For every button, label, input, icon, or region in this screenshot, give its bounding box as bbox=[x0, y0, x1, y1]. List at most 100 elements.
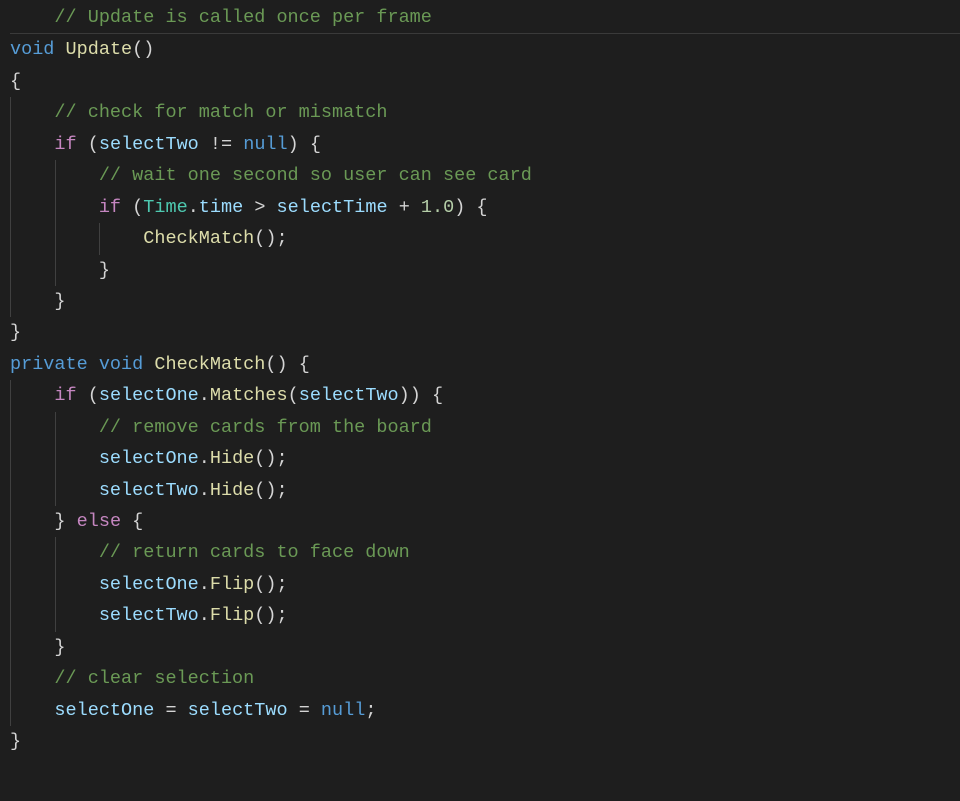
code-token: } bbox=[10, 322, 21, 343]
code-line[interactable]: if (Time.time > selectTime + 1.0) { bbox=[10, 192, 960, 223]
code-line[interactable]: selectOne = selectTwo = null; bbox=[10, 695, 960, 726]
code-line[interactable]: if (selectTwo != null) { bbox=[10, 129, 960, 160]
code-token: > bbox=[254, 197, 265, 218]
indent-guide bbox=[10, 412, 11, 443]
code-line[interactable]: selectTwo.Flip(); bbox=[10, 600, 960, 631]
code-line[interactable]: // wait one second so user can see card bbox=[10, 160, 960, 191]
indent-guide bbox=[10, 97, 11, 128]
code-token: selectTwo bbox=[99, 134, 199, 155]
code-line[interactable]: void Update() bbox=[10, 34, 960, 65]
code-token: = bbox=[165, 700, 176, 721]
code-token: ( bbox=[88, 134, 99, 155]
indent-guide bbox=[10, 192, 11, 223]
indent-guide bbox=[55, 160, 56, 191]
code-token: . bbox=[199, 448, 210, 469]
code-token: . bbox=[188, 197, 199, 218]
code-line[interactable]: } bbox=[10, 726, 960, 757]
code-token bbox=[199, 134, 210, 155]
indent-guide bbox=[55, 192, 56, 223]
code-token: void bbox=[99, 354, 143, 375]
indent-guide bbox=[10, 223, 11, 254]
indent-guide bbox=[10, 380, 11, 411]
indent-guide bbox=[10, 475, 11, 506]
code-token: CheckMatch bbox=[143, 228, 254, 249]
code-line[interactable]: selectOne.Hide(); bbox=[10, 443, 960, 474]
code-line[interactable]: // return cards to face down bbox=[10, 537, 960, 568]
code-token: selectTwo bbox=[99, 480, 199, 501]
indent-guide bbox=[10, 600, 11, 631]
code-token: null bbox=[321, 700, 365, 721]
code-token bbox=[232, 134, 243, 155]
code-token: . bbox=[199, 574, 210, 595]
code-token bbox=[243, 197, 254, 218]
code-token: + bbox=[399, 197, 410, 218]
code-line[interactable]: } bbox=[10, 255, 960, 286]
code-token: selectTwo bbox=[188, 700, 288, 721]
code-token: = bbox=[299, 700, 310, 721]
code-line[interactable]: private void CheckMatch() { bbox=[10, 349, 960, 380]
code-token bbox=[310, 700, 321, 721]
code-line[interactable]: selectTwo.Hide(); bbox=[10, 475, 960, 506]
indent-guide bbox=[55, 412, 56, 443]
code-token: if bbox=[54, 385, 76, 406]
code-line[interactable]: selectOne.Flip(); bbox=[10, 569, 960, 600]
code-line[interactable]: CheckMatch(); bbox=[10, 223, 960, 254]
code-token: void bbox=[10, 39, 54, 60]
code-token: // remove cards from the board bbox=[99, 417, 432, 438]
code-line[interactable]: // check for match or mismatch bbox=[10, 97, 960, 128]
code-token bbox=[388, 197, 399, 218]
code-token: ( bbox=[132, 197, 143, 218]
code-token: Flip bbox=[210, 574, 254, 595]
code-token: Time bbox=[143, 197, 187, 218]
indent-guide bbox=[10, 569, 11, 600]
code-token: private bbox=[10, 354, 88, 375]
code-token: else bbox=[77, 511, 121, 532]
code-token: Hide bbox=[210, 480, 254, 501]
code-token: } bbox=[99, 260, 110, 281]
code-token bbox=[77, 134, 88, 155]
code-line[interactable]: // clear selection bbox=[10, 663, 960, 694]
code-token: ) { bbox=[454, 197, 487, 218]
code-token: (); bbox=[254, 448, 287, 469]
code-line[interactable]: } bbox=[10, 632, 960, 663]
code-token: // Update is called once per frame bbox=[54, 7, 431, 28]
code-token: . bbox=[199, 480, 210, 501]
code-token: (); bbox=[254, 574, 287, 595]
indent-guide bbox=[10, 506, 11, 537]
code-editor[interactable]: // Update is called once per framevoid U… bbox=[0, 0, 960, 758]
code-token: { bbox=[121, 511, 143, 532]
code-token: ( bbox=[288, 385, 299, 406]
code-token: if bbox=[99, 197, 121, 218]
code-token: ) { bbox=[288, 134, 321, 155]
code-line[interactable]: } bbox=[10, 317, 960, 348]
code-line[interactable]: // Update is called once per frame bbox=[10, 2, 960, 34]
code-token: // check for match or mismatch bbox=[54, 102, 387, 123]
code-token: (); bbox=[254, 605, 287, 626]
code-line[interactable]: } else { bbox=[10, 506, 960, 537]
code-token bbox=[121, 197, 132, 218]
indent-guide bbox=[55, 569, 56, 600]
code-token: } bbox=[54, 291, 65, 312]
code-token: selectTwo bbox=[299, 385, 399, 406]
code-token: // wait one second so user can see card bbox=[99, 165, 532, 186]
code-token bbox=[177, 700, 188, 721]
code-token: selectOne bbox=[99, 385, 199, 406]
code-token: // return cards to face down bbox=[99, 542, 410, 563]
code-line[interactable]: } bbox=[10, 286, 960, 317]
indent-guide bbox=[10, 255, 11, 286]
indent-guide bbox=[55, 223, 56, 254]
code-line[interactable]: if (selectOne.Matches(selectTwo)) { bbox=[10, 380, 960, 411]
code-line[interactable]: // remove cards from the board bbox=[10, 412, 960, 443]
code-token: if bbox=[54, 134, 76, 155]
indent-guide bbox=[55, 475, 56, 506]
code-line[interactable]: { bbox=[10, 66, 960, 97]
code-token: CheckMatch bbox=[154, 354, 265, 375]
code-token: // clear selection bbox=[54, 668, 254, 689]
code-token: selectOne bbox=[99, 448, 199, 469]
code-token: } bbox=[54, 511, 76, 532]
code-token: Update bbox=[66, 39, 133, 60]
code-token: . bbox=[199, 605, 210, 626]
indent-guide bbox=[10, 129, 11, 160]
code-token: selectTwo bbox=[99, 605, 199, 626]
indent-guide bbox=[10, 663, 11, 694]
